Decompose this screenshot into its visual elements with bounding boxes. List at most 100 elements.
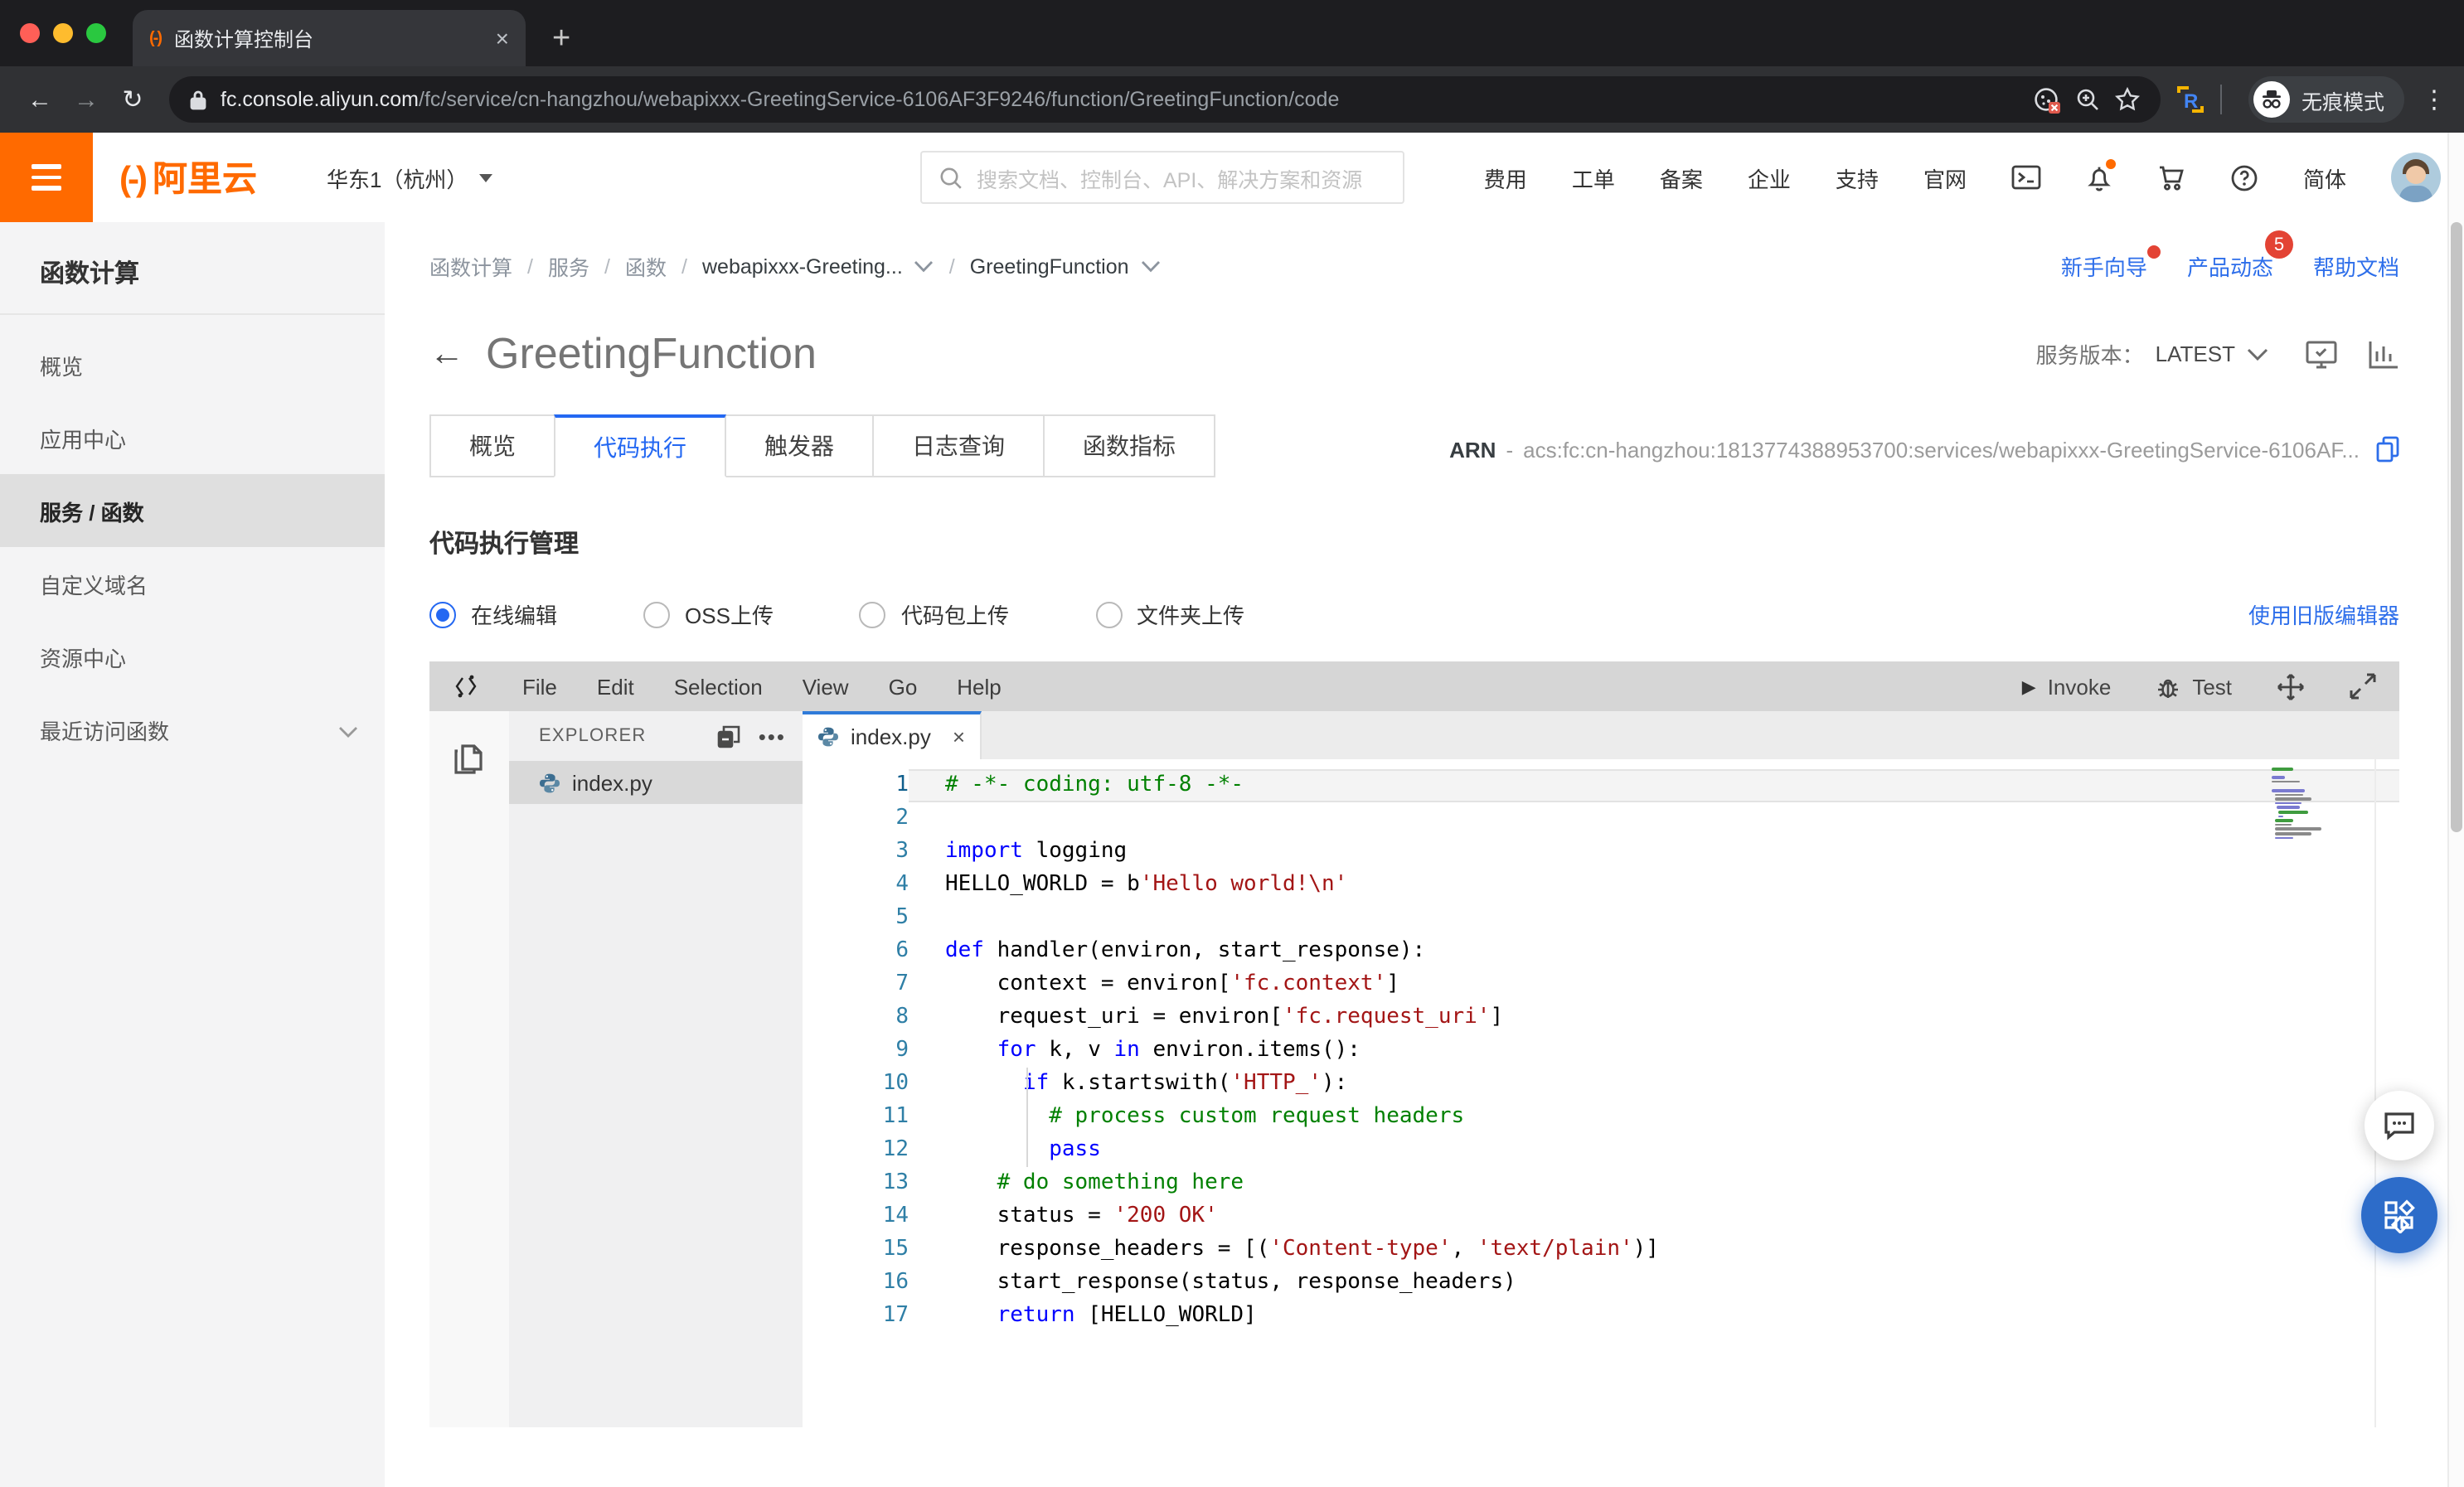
option-oss-upload[interactable]: OSS上传	[643, 598, 774, 630]
code-line[interactable]: 4 HELLO_WORLD = b'Hello world!\n'	[803, 869, 2399, 902]
breadcrumb-function-name[interactable]: GreetingFunction	[970, 254, 1129, 278]
page-scrollbar[interactable]	[2447, 133, 2464, 1487]
notifications-bell-icon[interactable]	[2086, 158, 2116, 191]
maximize-window-button[interactable]	[86, 23, 106, 43]
tab-logs[interactable]: 日志查询	[872, 414, 1045, 477]
fullscreen-icon[interactable]	[2350, 673, 2376, 700]
window-controls[interactable]	[20, 23, 106, 43]
sidebar-item-custom-domains[interactable]: 自定义域名	[0, 547, 385, 620]
close-window-button[interactable]	[20, 23, 40, 43]
service-version-selector[interactable]: 服务版本： LATEST	[2036, 338, 2268, 370]
back-icon[interactable]: ←	[17, 85, 63, 114]
breadcrumb-function[interactable]: 函数	[625, 250, 667, 282]
cookie-blocked-icon[interactable]	[2033, 85, 2061, 114]
menu-view[interactable]: View	[803, 674, 849, 699]
option-online-edit[interactable]: 在线编辑	[429, 598, 557, 630]
reload-icon[interactable]: ↻	[109, 85, 156, 114]
product-news-link[interactable]: 产品动态 5	[2187, 230, 2293, 282]
code-line[interactable]: 3 import logging	[803, 836, 2399, 869]
address-bar[interactable]: fc.console.aliyun.com/fc/service/cn-hang…	[169, 76, 2161, 123]
option-package-upload[interactable]: 代码包上传	[859, 598, 1009, 630]
code-line[interactable]: 11 # process custom request headers	[803, 1101, 2399, 1134]
minimap[interactable]	[2272, 768, 2368, 840]
move-icon[interactable]	[2277, 672, 2305, 700]
new-tab-button[interactable]: +	[552, 23, 570, 55]
menu-edit[interactable]: Edit	[597, 674, 634, 699]
radio-icon[interactable]	[859, 601, 886, 627]
tab-overview[interactable]: 概览	[429, 414, 555, 477]
breadcrumb-service[interactable]: 服务	[548, 250, 589, 282]
browser-tab[interactable]: (-) 函数计算控制台 ×	[133, 10, 526, 66]
sidebar-item-resource-center[interactable]: 资源中心	[0, 620, 385, 693]
menu-help[interactable]: Help	[957, 674, 1002, 699]
help-docs-link[interactable]: 帮助文档	[2313, 250, 2399, 282]
forward-icon[interactable]: →	[63, 85, 109, 114]
region-selector[interactable]: 华东1（杭州）	[327, 162, 493, 193]
nav-icp[interactable]: 备案	[1660, 162, 1703, 193]
cloudshell-icon[interactable]	[2011, 164, 2041, 191]
code-line[interactable]: 10 if k.startswith('HTTP_'):	[803, 1068, 2399, 1101]
code-line[interactable]: 15 response_headers = [('Content-type', …	[803, 1233, 2399, 1267]
close-tab-icon[interactable]: ×	[496, 27, 509, 50]
products-menu-button[interactable]	[0, 133, 93, 222]
code-line[interactable]: 1 # -*- coding: utf-8 -*-	[803, 769, 2399, 802]
code-line[interactable]: 9 for k, v in environ.items():	[803, 1034, 2399, 1068]
code-line[interactable]: 17 return [HELLO_WORLD]	[803, 1300, 2399, 1333]
nav-billing[interactable]: 费用	[1484, 162, 1527, 193]
tab-code[interactable]: 代码执行	[554, 414, 726, 477]
scrollbar-thumb[interactable]	[2451, 222, 2462, 832]
option-folder-upload[interactable]: 文件夹上传	[1095, 598, 1244, 630]
code-line[interactable]: 8 request_uri = environ['fc.request_uri'…	[803, 1001, 2399, 1034]
zoom-icon[interactable]	[2074, 86, 2101, 113]
files-icon[interactable]	[451, 738, 487, 777]
global-search-input[interactable]: 搜索文档、控制台、API、解决方案和资源	[920, 151, 1404, 204]
breadcrumb-fc[interactable]: 函数计算	[429, 250, 512, 282]
help-icon[interactable]	[2230, 163, 2258, 191]
nav-tickets[interactable]: 工单	[1572, 162, 1615, 193]
code-area[interactable]: 1 # -*- coding: utf-8 -*- 2 3 import logging…	[803, 759, 2399, 1427]
code-line[interactable]: 6 def handler(environ, start_response):	[803, 935, 2399, 968]
sidebar-item-app-center[interactable]: 应用中心	[0, 401, 385, 474]
back-arrow-icon[interactable]: ←	[429, 337, 464, 371]
close-tab-icon[interactable]: ×	[953, 724, 965, 749]
tab-triggers[interactable]: 触发器	[725, 414, 874, 477]
nav-site[interactable]: 官网	[1923, 162, 1967, 193]
legacy-editor-link[interactable]: 使用旧版编辑器	[2248, 598, 2399, 630]
extension-icon[interactable]: R	[2174, 83, 2207, 116]
copy-icon[interactable]	[2376, 436, 2399, 463]
bar-chart-icon[interactable]	[2368, 339, 2399, 369]
menu-selection[interactable]: Selection	[674, 674, 763, 699]
radio-icon[interactable]	[643, 601, 671, 627]
code-line[interactable]: 16 start_response(status, response_heade…	[803, 1267, 2399, 1300]
invoke-button[interactable]: ▶ Invoke	[2022, 674, 2112, 699]
feedback-chat-button[interactable]	[2365, 1091, 2434, 1160]
code-line[interactable]: 2	[803, 802, 2399, 836]
chevron-down-icon[interactable]	[914, 259, 934, 273]
file-item-indexpy[interactable]: index.py	[509, 761, 803, 804]
code-line[interactable]: 13 # do something here	[803, 1167, 2399, 1200]
sidebar-item-recent-functions[interactable]: 最近访问函数	[0, 693, 385, 766]
nav-support[interactable]: 支持	[1836, 162, 1879, 193]
aliyun-logo[interactable]: (-) 阿里云	[119, 153, 257, 202]
radio-icon[interactable]	[1095, 601, 1122, 627]
code-line[interactable]: 12 pass	[803, 1134, 2399, 1167]
monitor-check-icon[interactable]	[2305, 339, 2338, 369]
code-line[interactable]: 14 status = '200 OK'	[803, 1200, 2399, 1233]
tab-metrics[interactable]: 函数指标	[1043, 414, 1215, 477]
radio-selected-icon[interactable]	[429, 601, 456, 627]
cart-icon[interactable]	[2157, 163, 2185, 191]
code-line[interactable]: 5	[803, 902, 2399, 935]
language-toggle[interactable]: 简体	[2303, 162, 2346, 193]
url-text[interactable]: fc.console.aliyun.com/fc/service/cn-hang…	[221, 88, 2020, 111]
chevron-down-icon[interactable]	[1141, 259, 1161, 273]
code-line[interactable]: 7 context = environ['fc.context']	[803, 968, 2399, 1001]
beginner-guide-link[interactable]: 新手向导	[2061, 245, 2161, 282]
browser-menu-icon[interactable]: ⋮	[2421, 85, 2447, 114]
menu-go[interactable]: Go	[889, 674, 918, 699]
editor-tab-indexpy[interactable]: index.py ×	[803, 711, 982, 759]
more-icon[interactable]: •••	[759, 725, 786, 747]
menu-file[interactable]: File	[522, 674, 557, 699]
app-launcher-button[interactable]	[2361, 1177, 2437, 1253]
bookmark-star-icon[interactable]	[2114, 86, 2141, 113]
avatar[interactable]	[2391, 153, 2441, 202]
